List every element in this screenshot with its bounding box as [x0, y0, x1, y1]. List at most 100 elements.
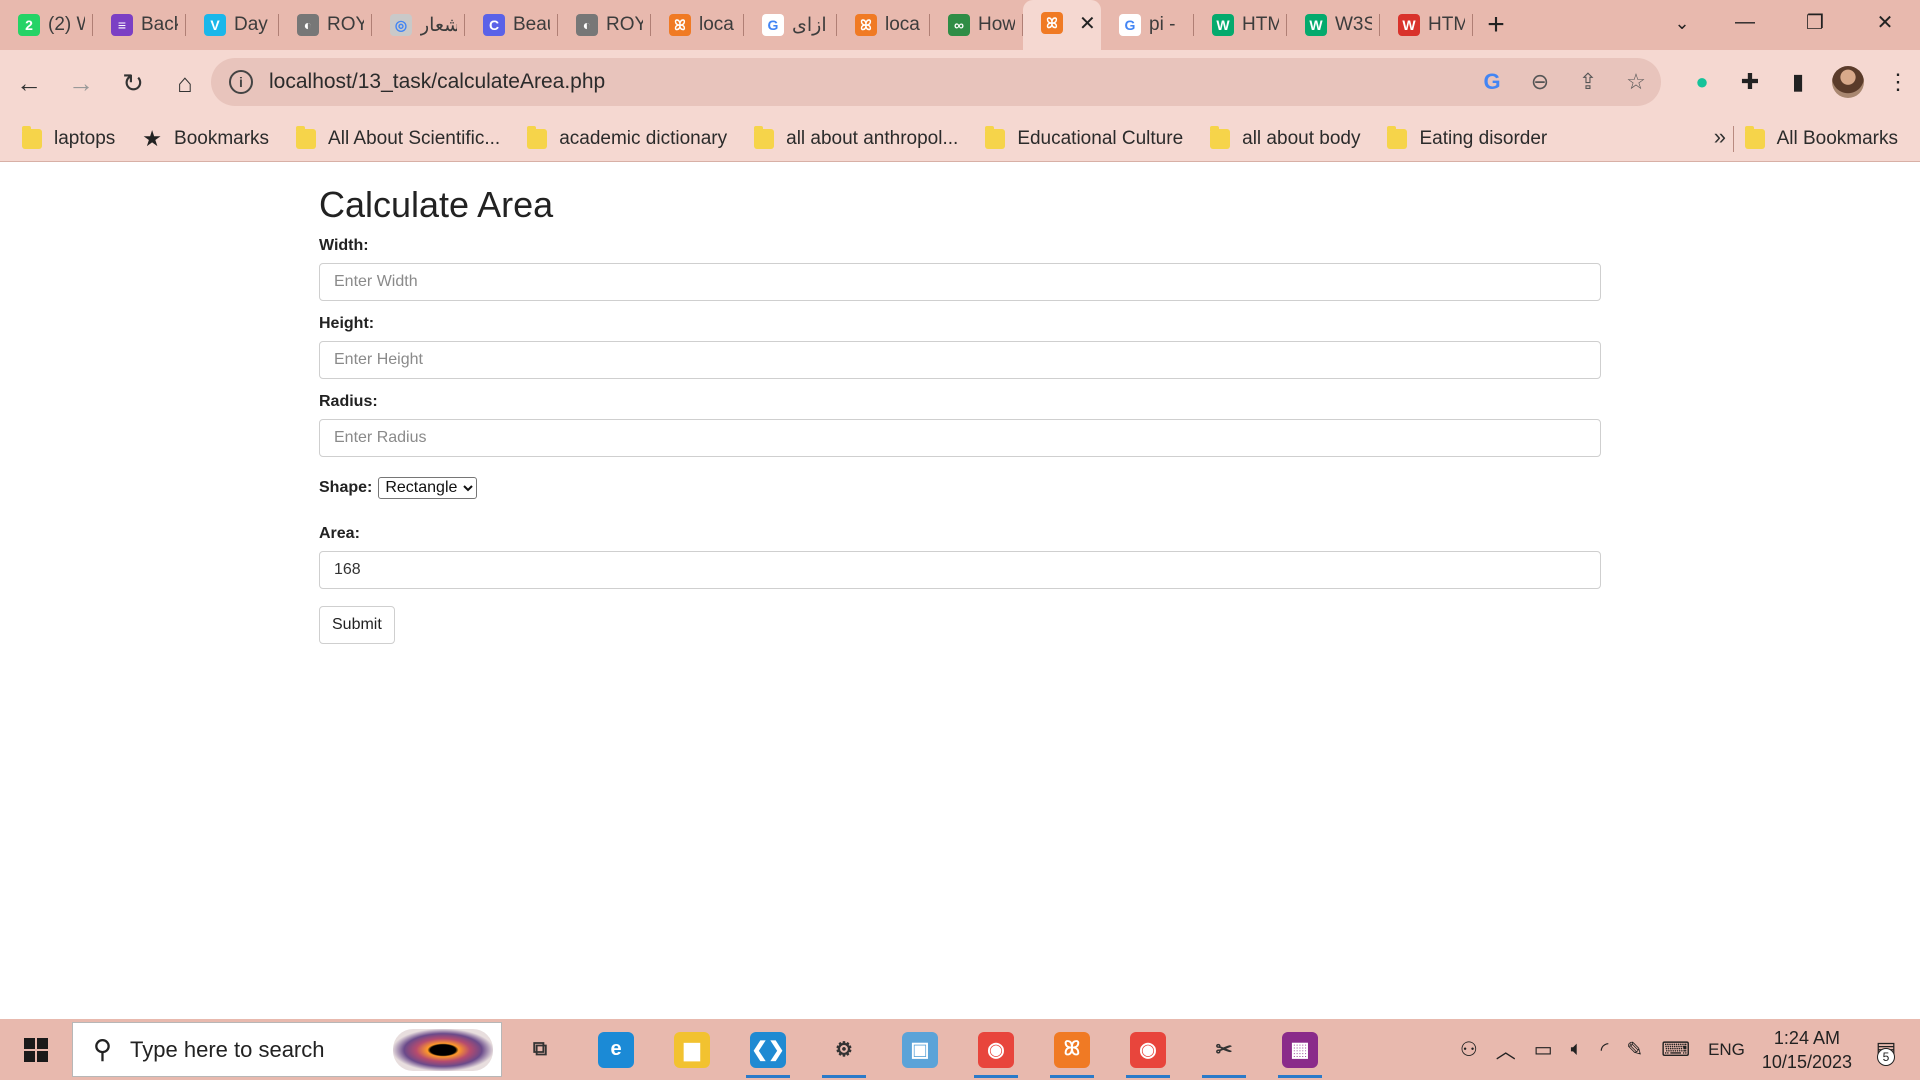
volume-icon[interactable]: 🔈︎	[1571, 1038, 1583, 1061]
start-button[interactable]	[0, 1019, 72, 1080]
height-input[interactable]	[319, 340, 1601, 379]
taskbar-app[interactable]: ✂	[1186, 1019, 1262, 1080]
pen-icon[interactable]: ✎	[1626, 1037, 1643, 1062]
taskbar-app[interactable]: ꕤ	[1034, 1019, 1110, 1080]
bookmark-item[interactable]: ★ Bookmarks	[142, 126, 269, 152]
radius-input[interactable]	[319, 418, 1601, 457]
taskbar-app[interactable]: ◉	[1110, 1019, 1186, 1080]
browser-toolbar: ← → ↻ ⌂ i localhost/13_task/calculateAre…	[0, 50, 1920, 116]
browser-tab[interactable]: W HTM	[1380, 4, 1473, 46]
folder-icon	[1744, 126, 1765, 149]
minimize-icon[interactable]: —	[1710, 0, 1780, 44]
browser-tab[interactable]: V Day	[186, 4, 279, 46]
google-icon: G	[1119, 14, 1141, 36]
tab-title: pi -	[1149, 14, 1176, 35]
tab-search-icon[interactable]: ⌄	[1662, 8, 1702, 38]
browser-tab[interactable]: W HTM	[1194, 4, 1287, 46]
menu-kebab-icon[interactable]: ⋮	[1884, 69, 1912, 95]
vimeo-icon: V	[204, 14, 226, 36]
taskbar-search[interactable]: ⚲ Type here to search	[72, 1022, 502, 1077]
taskbar-app[interactable]: ⧉	[502, 1019, 578, 1080]
xampp-icon: ꕤ	[1054, 1031, 1090, 1068]
reload-icon[interactable]: ↻	[110, 60, 156, 106]
wifi-icon[interactable]: ◜	[1601, 1037, 1609, 1062]
browser-tab[interactable]: ◐ ROY	[279, 4, 372, 46]
home-icon[interactable]: ⌂	[162, 60, 208, 106]
show-hidden-icons-icon[interactable]: ︿	[1496, 1035, 1516, 1064]
browser-tab[interactable]: ꕤ loca	[651, 4, 744, 46]
grammarly-icon[interactable]: ●	[1688, 69, 1716, 95]
taskbar-apps: ⧉ e ▆ ❮❯ ⚙ ▣ ◉ ꕤ ◉ ✂ ▦	[502, 1019, 1338, 1080]
close-window-icon[interactable]: ✕	[1850, 0, 1920, 44]
people-icon[interactable]: ⚇	[1460, 1037, 1478, 1062]
back-icon[interactable]: ←	[6, 60, 52, 106]
browser-tab[interactable]: C Beau	[465, 4, 558, 46]
extensions-icon[interactable]: ✚	[1736, 69, 1764, 95]
more-bookmarks-icon[interactable]: »	[1714, 124, 1726, 150]
clock[interactable]: 1:24 AM 10/15/2023	[1762, 1026, 1852, 1074]
google-icon: G	[762, 14, 784, 36]
browser-tab[interactable]: ◎ أشعار	[372, 4, 465, 46]
taskbar-app[interactable]: ▣	[882, 1019, 958, 1080]
site-info-icon[interactable]: i	[229, 70, 253, 94]
notifications-icon[interactable]: ▤5	[1866, 1030, 1906, 1070]
bookmark-item[interactable]: all about anthropol...	[754, 125, 958, 150]
close-tab-icon[interactable]: ✕	[1079, 11, 1096, 36]
tab-title: أشعار	[420, 14, 457, 36]
browser-tab[interactable]: W W3S	[1287, 4, 1380, 46]
browser-tab[interactable]: ∞ How	[930, 4, 1023, 46]
bookmark-item[interactable]: laptops	[22, 125, 115, 150]
side-panel-icon[interactable]: ▮	[1784, 69, 1812, 95]
area-output[interactable]	[319, 550, 1601, 589]
shape-select[interactable]: Rectangle	[378, 476, 478, 499]
language-indicator[interactable]: ENG	[1708, 1040, 1745, 1060]
bookmarks-bar: laptops ★ Bookmarks All About Scientific...…	[0, 116, 1920, 162]
browser-tab[interactable]: ꕤ ✕	[1023, 0, 1101, 50]
submit-button[interactable]: Submit	[319, 605, 395, 644]
keyboard-icon[interactable]: ⌨	[1661, 1037, 1690, 1062]
browser-tab[interactable]: ◐ ROY	[558, 4, 651, 46]
browser-tab[interactable]: Gpi -	[1101, 4, 1194, 46]
taskbar-app[interactable]: ▆	[654, 1019, 730, 1080]
tab-title: (2) W	[48, 14, 85, 35]
browser-tab[interactable]: G ازای	[744, 4, 837, 46]
folder-icon	[22, 125, 42, 149]
browser-tab[interactable]: 2 (2) W	[0, 4, 93, 46]
zoom-icon[interactable]: ⊖	[1527, 69, 1553, 95]
bookmark-item[interactable]: All About Scientific...	[296, 125, 500, 150]
bookmark-item[interactable]: Eating disorder	[1387, 125, 1547, 150]
taskbar-app[interactable]: ❮❯	[730, 1019, 806, 1080]
profile-avatar[interactable]	[1832, 66, 1864, 98]
tab-title: ROY	[327, 14, 364, 35]
bookmark-label: all about body	[1242, 127, 1361, 149]
area-label: Area:	[319, 524, 360, 542]
new-tab-icon[interactable]: +	[1473, 4, 1519, 46]
bookmark-star-icon[interactable]: ☆	[1623, 69, 1649, 95]
all-bookmarks-label: All Bookmarks	[1776, 128, 1898, 149]
forward-icon[interactable]: →	[58, 60, 104, 106]
taskbar-app[interactable]: ◉	[958, 1019, 1034, 1080]
battery-icon[interactable]: ▭	[1534, 1037, 1553, 1062]
browser-tab[interactable]: ꕤ loca	[837, 4, 930, 46]
whatsapp-icon: 2	[18, 14, 40, 36]
width-input[interactable]	[319, 262, 1601, 301]
shape-label: Shape:	[319, 478, 373, 496]
bookmark-item[interactable]: academic dictionary	[527, 125, 727, 150]
browser-tab[interactable]: ≡ Back	[93, 4, 186, 46]
url-text[interactable]: localhost/13_task/calculateArea.php	[269, 70, 605, 94]
bookmark-item[interactable]: all about body	[1210, 125, 1361, 150]
folder-icon	[296, 125, 317, 149]
restore-icon[interactable]: ❐	[1780, 0, 1850, 44]
taskbar-app[interactable]: ⚙	[806, 1019, 882, 1080]
taskbar-app[interactable]: ▦	[1262, 1019, 1338, 1080]
w3schools-icon: W	[1212, 14, 1234, 36]
share-icon[interactable]: ⇪	[1575, 69, 1601, 95]
radius-label: Radius:	[319, 392, 378, 410]
all-bookmarks-folder[interactable]: All Bookmarks	[1744, 116, 1898, 162]
address-bar[interactable]: i localhost/13_task/calculateArea.php G …	[211, 58, 1661, 106]
taskbar-app[interactable]: e	[578, 1019, 654, 1080]
bookmark-item[interactable]: Educational Culture	[985, 125, 1183, 150]
google-lens-icon[interactable]: G	[1479, 69, 1505, 95]
settings-icon: ⚙	[835, 1039, 853, 1061]
owl-icon: ◎	[390, 14, 412, 36]
